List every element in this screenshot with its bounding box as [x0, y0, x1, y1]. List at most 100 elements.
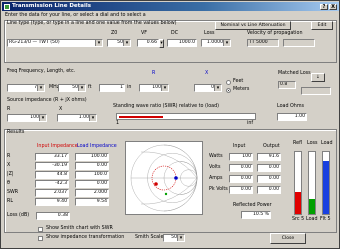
dc-input[interactable]: 1000.0 [167, 39, 197, 47]
result-load-value: 9.54 [75, 198, 109, 206]
hdr-dc: DC [171, 31, 179, 36]
bar-bottom-label: Flt 5 [320, 217, 331, 222]
show-smith-swr-checkbox[interactable] [38, 227, 43, 232]
z0-input[interactable]: 50 [107, 39, 131, 47]
hdr-loss: Loss [204, 31, 215, 36]
smith-scale-select[interactable]: 50 [163, 234, 185, 242]
load-point-marker [174, 176, 178, 180]
center-marker [164, 192, 168, 196]
show-transformation-checkbox[interactable] [38, 236, 43, 241]
r-label: R [7, 107, 11, 112]
inch-input[interactable]: 1 [99, 84, 125, 92]
swr-scale-left: 1 [116, 121, 120, 126]
vf-input[interactable]: 0.66 [137, 39, 159, 47]
x-label: X [59, 107, 63, 112]
window-title: Transmission Line Details [12, 3, 92, 9]
matched-loss-field: 0.8 [278, 81, 296, 89]
nominal-attenuation-button[interactable]: Nominal vs Line Attenuation [215, 21, 291, 30]
hdr-vf: VF [141, 31, 148, 36]
show-transformation-label: Show impedance transformation [46, 235, 125, 240]
power-bar-fill [295, 192, 301, 214]
power-bar [322, 151, 330, 215]
result-load-value: 2.000 [75, 189, 109, 197]
power-row-label: Amps [209, 176, 223, 181]
loss-input[interactable]: 1.0000 [201, 39, 231, 47]
power-input-value: 0.00 [229, 175, 253, 183]
source-r-input[interactable]: 100 [139, 84, 169, 92]
radio-feet-label: Feet [233, 79, 244, 84]
power-row-label: Volts [209, 165, 221, 170]
close-window-button[interactable]: X [329, 3, 337, 10]
velocity-label: Velocity of propagation [247, 31, 303, 36]
matched-loss-label: Matched Loss [278, 71, 311, 76]
bar-label: Loss [307, 141, 318, 146]
bar-bottom-label: Load [306, 217, 318, 222]
result-load-value: 0.00 [75, 162, 109, 170]
result-input-value: 33.17 [35, 153, 69, 161]
edit-button[interactable]: Edit [311, 21, 333, 30]
x-header: X [205, 71, 209, 76]
result-row-label: X [7, 163, 11, 168]
matched-loss-field-2 [301, 87, 331, 95]
velocity-field: TT 5000 [247, 39, 279, 47]
result-input-value: 9.40 [35, 198, 69, 206]
frequency-label: Freq Frequency, Length, etc. [7, 69, 76, 74]
show-smith-swr-label: Show Smith chart with SWR [46, 226, 113, 231]
result-input-value: -30.19 [35, 162, 69, 170]
power-output-value: 0.00 [257, 186, 281, 194]
smith-chart-svg [130, 144, 198, 212]
radio-meters-label: Meters [233, 87, 250, 92]
result-row-label: |Z| [7, 172, 14, 177]
radio-meters[interactable] [226, 88, 231, 93]
app-icon [4, 3, 10, 10]
result-load-value: 100.00 [75, 153, 109, 161]
loss-label: Loss (dB) [7, 213, 30, 218]
close-button[interactable]: Close [270, 233, 306, 244]
load-ohms-label: Load Ohms [277, 104, 305, 109]
power-input-value: 100 [229, 153, 253, 161]
hdr-z0: Z0 [111, 31, 118, 36]
swr-slider-fill [119, 116, 163, 118]
swr-label: Standing wave ratio (SWR) relative to (l… [113, 104, 219, 109]
result-row-label: θ [7, 181, 10, 186]
line-type-label: Line type (type, or type in a line and o… [7, 21, 177, 26]
input-impedance-header: Input Impedance [37, 144, 78, 149]
power-row-label: Pk Volts [209, 187, 228, 192]
intro-text: Enter the data for your line, or select … [5, 13, 146, 18]
vf-spin[interactable]: ▾ [159, 39, 164, 48]
power-bar [308, 151, 316, 215]
radio-feet[interactable] [226, 80, 231, 85]
smith-chart[interactable] [125, 141, 203, 215]
swr-slider[interactable] [116, 113, 256, 120]
power-input-value: 0.00 [229, 164, 253, 172]
source-x-input[interactable]: 0 [194, 84, 222, 92]
reflected-power-label: Reflected Power [233, 203, 272, 208]
velocity-field-2 [283, 39, 315, 47]
inch-label: in [127, 85, 132, 90]
power-bar [294, 151, 302, 215]
frequency-input[interactable]: 7 [7, 84, 45, 92]
results-label: Results [7, 130, 25, 135]
load-r-input[interactable]: 100 [7, 114, 47, 122]
bar-bottom-label: Src 5 [292, 217, 305, 222]
reflected-power-field: 10.5 % [241, 211, 271, 219]
load-ohms-input[interactable]: 1.00 [277, 113, 307, 121]
ft-label: ft [88, 85, 92, 90]
power-bar-fill [323, 161, 329, 214]
bar-label: Refl [293, 141, 303, 146]
load-impedance-header: Load Impedance [77, 144, 117, 149]
result-load-value: 0.00 [75, 180, 109, 188]
input-point-marker [154, 182, 158, 186]
r-header: R [152, 71, 156, 76]
power-row-label: Watts [209, 154, 223, 159]
bar-label: Load [321, 141, 333, 146]
power-hdr-output: Output [263, 144, 280, 149]
length-input[interactable]: 50 [58, 84, 86, 92]
matched-loss-button[interactable]: ↓ [311, 73, 325, 82]
power-bar-fill [309, 198, 315, 214]
load-x-input[interactable]: 1.00 [57, 114, 97, 122]
result-row-label: R [7, 154, 11, 159]
help-button[interactable]: ? [320, 3, 328, 10]
line-type-select[interactable]: RG-213/U — TWT (50) [7, 39, 103, 47]
result-input-value: 44.8 [35, 171, 69, 179]
